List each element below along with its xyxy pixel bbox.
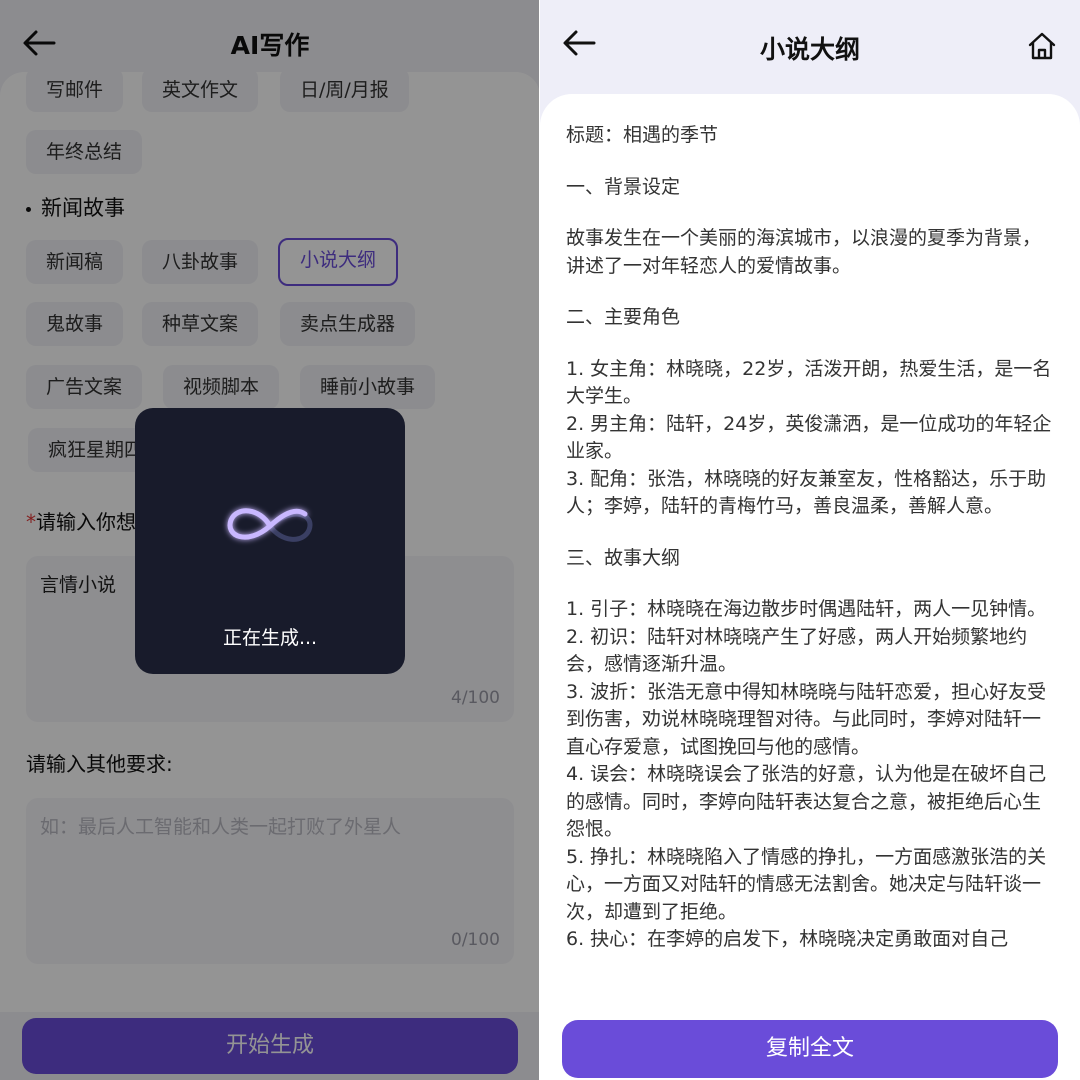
outline-line: 一、背景设定 xyxy=(566,175,681,198)
outline-line: 三、故事大纲 xyxy=(566,546,681,569)
outline-line: 4. 误会：林晓晓误会了张浩的好意，认为他是在破坏自己的感情。同时，李婷向陆轩表… xyxy=(566,763,1047,840)
outline-line: 2. 初识：陆轩对林晓晓产生了好感，两人开始频繁地约会，感情逐渐升温。 xyxy=(566,625,1028,676)
outline-line: 标题：相遇的季节 xyxy=(566,124,719,146)
outline-line: 5. 挣扎：林晓晓陷入了情感的挣扎，一方面感激张浩的关心，一方面又对陆轩的情感无… xyxy=(566,845,1047,923)
copy-all-button[interactable]: 复制全文 xyxy=(562,1020,1058,1078)
outline-text: 标题：相遇的季节 一、背景设定故事发生在一个美丽的海滨城市，以浪漫的夏季为背景，讲… xyxy=(566,122,1058,998)
outline-line: 1. 引子：林晓晓在海边散步时偶遇陆轩，两人一见钟情。 xyxy=(566,598,1047,620)
infinity-loader-icon xyxy=(215,496,325,556)
page-title-right: 小说大纲 xyxy=(759,35,860,64)
outline-line: 6. 抉心：在李婷的启发下，林晓晓决定勇敢面对自己 xyxy=(566,928,1009,950)
outline-line: 3. 配角：张浩，林晓晓的好友兼室友，性格豁达，乐于助人；李婷，陆轩的青梅竹马，… xyxy=(566,467,1047,518)
outline-line: 2. 男主角：陆轩，24岁，英俊潇洒，是一位成功的年轻企业家。 xyxy=(566,412,1052,463)
outline-line: 3. 波折：张浩无意中得知林晓晓与陆轩恋爱，担心好友受到伤害，劝说林晓晓理智对待… xyxy=(566,680,1047,758)
outline-line: 1. 女主角：林晓晓，22岁，活泼开朗，热爱生活，是一名大学生。 xyxy=(566,357,1052,408)
loading-text: 正在生成... xyxy=(222,627,318,649)
right-screen-novel-outline: 小说大纲 标题：相遇的季节 一、背景设定故事发生在一个美丽的海滨城市，以浪漫的夏季… xyxy=(540,0,1080,1080)
loading-dialog: 正在生成... xyxy=(135,408,405,674)
home-icon[interactable] xyxy=(1026,30,1058,62)
left-screen-ai-writing: AI写作 写邮件 英文作文 日/周/月报 年终总结 新闻故事 新闻稿 八卦故事 … xyxy=(0,0,540,1080)
outline-line: 故事发生在一个美丽的海滨城市，以浪漫的夏季为背景，讲述了一对年轻恋人的爱情故事。 xyxy=(566,227,1042,277)
outline-line: 二、主要角色 xyxy=(566,306,681,328)
top-bar-right: 小说大纲 xyxy=(540,0,1080,88)
